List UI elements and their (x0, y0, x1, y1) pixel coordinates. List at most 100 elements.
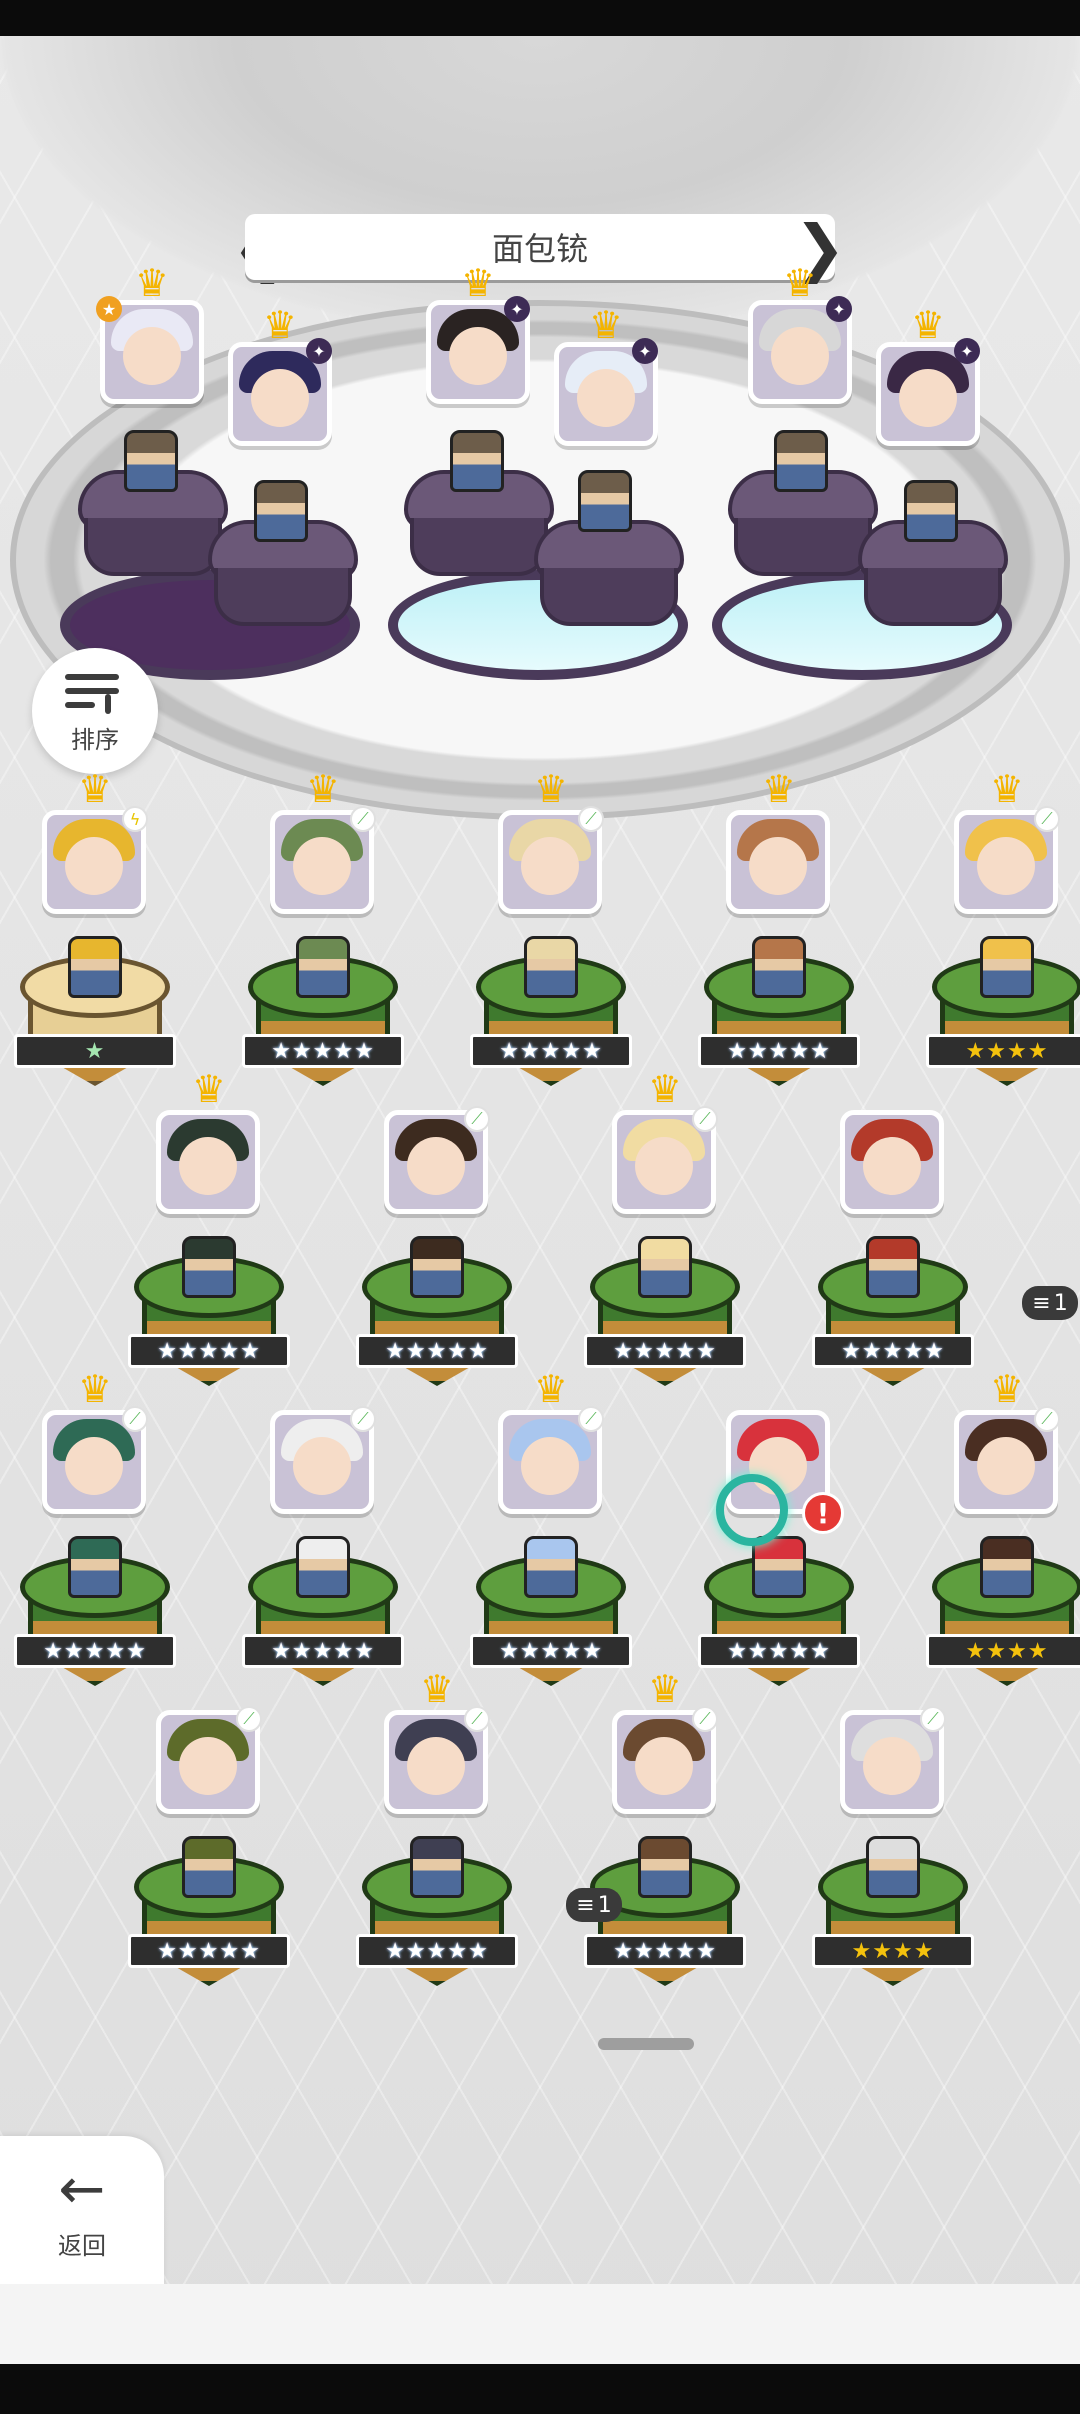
portrait-face (577, 369, 635, 427)
element-nature-icon: ⟋ (920, 1706, 946, 1732)
stack-count-badge: ≡ 1 (566, 1888, 622, 1922)
crown-icon: ♛ (533, 767, 569, 811)
character-sprite (296, 1536, 350, 1598)
character-sprite (410, 1836, 464, 1898)
element-dark-icon: ✦ (632, 338, 658, 364)
character-sprite (752, 1536, 806, 1598)
back-label: 返回 (58, 2231, 106, 2260)
element-dark-icon: ✦ (504, 296, 530, 322)
star-rating: ★★★★★ (128, 1934, 290, 1968)
element-nature-icon: ⟋ (1034, 806, 1060, 832)
crown-icon: ♛ (262, 303, 298, 347)
character-sprite (524, 936, 578, 998)
team-pedestal (534, 520, 684, 630)
alert-badge: ! (802, 1492, 844, 1534)
portrait-face (65, 1437, 123, 1495)
portrait-face (863, 1737, 921, 1795)
crown-icon: ♛ (533, 1367, 569, 1411)
star-rating: ★★★★★ (584, 1334, 746, 1368)
element-dark-icon: ✦ (954, 338, 980, 364)
crown-icon: ♛ (910, 303, 946, 347)
portrait-face (521, 1437, 579, 1495)
crown-icon: ♛ (989, 1367, 1025, 1411)
crown-icon: ♛ (782, 261, 818, 305)
crown-icon: ♛ (647, 1667, 683, 1711)
portrait-face (635, 1137, 693, 1195)
sort-button[interactable]: 排序 (32, 648, 158, 774)
crown-icon: ♛ (77, 767, 113, 811)
character-sprite (410, 1236, 464, 1298)
portrait-face (449, 327, 507, 385)
character-sprite (866, 1836, 920, 1898)
character-sprite (296, 936, 350, 998)
element-nature-icon: ⟋ (692, 1706, 718, 1732)
team-sprite (124, 430, 178, 492)
team-title: 面包铳 (491, 230, 588, 268)
star-rating: ★★★★★ (356, 1334, 518, 1368)
portrait-face (977, 1437, 1035, 1495)
sort-icon (65, 668, 125, 716)
element-nature-icon: ⟋ (236, 1706, 262, 1732)
roster-portrait[interactable] (726, 810, 830, 914)
star-rating: ★★★★★ (242, 1634, 404, 1668)
team-sprite (904, 480, 958, 542)
portrait-face (179, 1137, 237, 1195)
scroll-indicator[interactable] (598, 2038, 694, 2050)
crown-icon: ♛ (77, 1367, 113, 1411)
character-sprite (182, 1236, 236, 1298)
team-sprite (774, 430, 828, 492)
star-rating: ★★★★ (926, 1034, 1080, 1068)
character-sprite (980, 1536, 1034, 1598)
element-nature-icon: ⟋ (350, 806, 376, 832)
star-rating: ★★★★★ (584, 1934, 746, 1968)
character-sprite (524, 1536, 578, 1598)
selection-ring-icon (716, 1474, 788, 1546)
team-sprite (254, 480, 308, 542)
star-rating: ★★★★ (812, 1934, 974, 1968)
portrait-face (407, 1737, 465, 1795)
character-sprite (638, 1836, 692, 1898)
star-rating: ★★★★★ (128, 1334, 290, 1368)
element-nature-icon: ⟋ (464, 1706, 490, 1732)
star-rating: ★★★★★ (812, 1334, 974, 1368)
portrait-face (123, 327, 181, 385)
portrait-face (251, 369, 309, 427)
system-nav-bar (0, 2364, 1080, 2414)
character-sprite (638, 1236, 692, 1298)
portrait-face (771, 327, 829, 385)
game-screen: ❮ 面包铳 ❯ ♛★♛✦♛✦♛✦♛✦♛✦ 排序 ♛ϟ★♛⟋★★★★★♛⟋★★★★… (0, 0, 1080, 2414)
character-sprite (68, 936, 122, 998)
crown-icon: ♛ (419, 1667, 455, 1711)
star-rating: ★★★★ (926, 1634, 1080, 1668)
crown-icon: ♛ (989, 767, 1025, 811)
team-sprite (578, 470, 632, 532)
portrait-face (863, 1137, 921, 1195)
star-rating: ★ (14, 1034, 176, 1068)
roster-portrait[interactable] (156, 1110, 260, 1214)
sort-label: 排序 (71, 725, 119, 754)
star-rating: ★★★★★ (698, 1034, 860, 1068)
portrait-face (635, 1737, 693, 1795)
back-button[interactable]: ← 返回 (0, 2136, 164, 2286)
portrait-face (749, 837, 807, 895)
team-sprite (450, 430, 504, 492)
bottom-bar (0, 2284, 1080, 2364)
roster-portrait[interactable] (840, 1110, 944, 1214)
star-rating: ★★★★★ (470, 1634, 632, 1668)
favorite-star-icon: ★ (96, 296, 122, 322)
crown-icon: ♛ (134, 261, 170, 305)
character-sprite (182, 1836, 236, 1898)
portrait-face (293, 1437, 351, 1495)
back-arrow-icon: ← (58, 2156, 106, 2222)
portrait-face (521, 837, 579, 895)
element-nature-icon: ⟋ (692, 1106, 718, 1132)
portrait-face (293, 837, 351, 895)
element-nature-icon: ⟋ (464, 1106, 490, 1132)
character-sprite (68, 1536, 122, 1598)
portrait-face (407, 1137, 465, 1195)
team-title-bar: 面包铳 (245, 214, 835, 280)
crown-icon: ♛ (191, 1067, 227, 1111)
portrait-face (977, 837, 1035, 895)
element-nature-icon: ⟋ (122, 1406, 148, 1432)
stack-count-badge: ≡ 1 (1022, 1286, 1078, 1320)
